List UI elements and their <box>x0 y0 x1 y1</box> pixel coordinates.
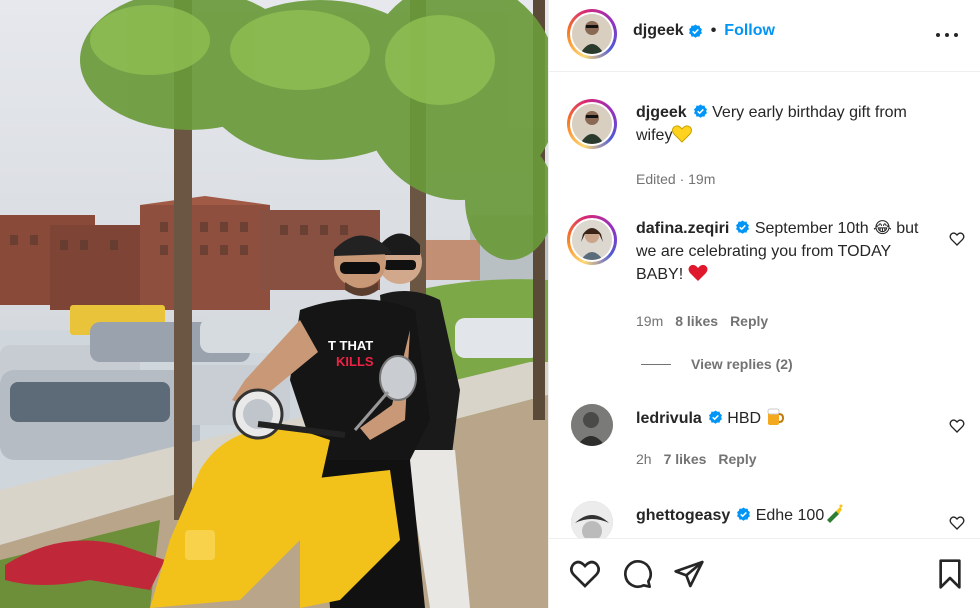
beer-mug-icon <box>767 408 784 425</box>
yellow-heart-icon <box>672 125 693 143</box>
like-comment-heart-icon[interactable] <box>949 515 965 531</box>
commenter-avatar[interactable] <box>571 404 613 446</box>
post-header: djgeek • Follow <box>549 0 980 72</box>
verified-badge-icon <box>737 507 751 521</box>
comment-text-block: dafina.zeqiri September 10th 😂 but we ar… <box>636 217 936 286</box>
verified-badge-icon <box>708 410 722 424</box>
action-bar <box>549 538 980 608</box>
svg-text:KILLS: KILLS <box>336 354 374 369</box>
edited-label: Edited · 19m <box>636 171 716 187</box>
more-options-icon[interactable] <box>935 26 959 46</box>
comment-username[interactable]: dafina.zeqiri <box>636 220 729 237</box>
comment-text: Edhe 100 <box>755 507 825 524</box>
photo-scene: T THAT KILLS <box>0 0 548 608</box>
avatar-image <box>572 104 612 144</box>
verified-badge-icon <box>736 220 750 234</box>
caption-username[interactable]: djgeek <box>636 104 687 121</box>
comment-time: 19m <box>636 313 664 329</box>
save-bookmark-icon[interactable] <box>934 558 966 590</box>
comment-text-block: ghettogeasy Edhe 100 <box>636 503 936 527</box>
share-send-icon[interactable] <box>673 558 705 590</box>
like-comment-heart-icon[interactable] <box>949 231 965 247</box>
post-side-panel: djgeek • Follow djgeek Very early birthd… <box>548 0 980 608</box>
avatar-image <box>571 501 613 538</box>
like-heart-icon[interactable] <box>569 558 601 590</box>
author-line: djgeek • Follow <box>633 22 775 40</box>
commenter-avatar[interactable] <box>567 215 617 265</box>
reply-button[interactable]: Reply <box>718 451 756 467</box>
view-replies-label: View replies (2) <box>691 356 793 372</box>
divider <box>641 363 671 365</box>
verified-badge-icon <box>693 104 707 118</box>
follow-button[interactable]: Follow <box>724 22 775 40</box>
comments-list[interactable]: djgeek Very early birthday gift from wif… <box>549 73 980 538</box>
comment-likes[interactable]: 8 likes <box>675 313 718 329</box>
comment-icon[interactable] <box>621 558 653 590</box>
comment-meta: 2h 7 likes Reply <box>636 451 757 467</box>
comment-text-block: ledrivula HBD <box>636 406 936 430</box>
avatar-image <box>571 404 613 446</box>
comment-text: HBD <box>727 410 762 427</box>
reply-button[interactable]: Reply <box>730 313 768 329</box>
author-username[interactable]: djgeek <box>633 22 684 40</box>
champagne-bottle-icon <box>827 504 843 523</box>
verified-badge-icon <box>688 23 702 38</box>
caption: djgeek Very early birthday gift from wif… <box>567 99 967 199</box>
post-photo[interactable]: T THAT KILLS <box>0 0 548 608</box>
red-heart-icon <box>688 264 708 281</box>
comment-username[interactable]: ledrivula <box>636 410 702 427</box>
caption-avatar[interactable] <box>567 99 617 149</box>
comment-time: 2h <box>636 451 652 467</box>
caption-meta: Edited · 19m <box>636 171 715 187</box>
avatar-image <box>572 14 612 54</box>
comment-item: ledrivula HBD 2h 7 likes Reply <box>567 404 967 484</box>
caption-text-block: djgeek Very early birthday gift from wif… <box>636 101 936 147</box>
comment-item: ghettogeasy Edhe 100 <box>567 501 967 538</box>
svg-text:T THAT: T THAT <box>328 338 373 353</box>
comment-meta: 19m 8 likes Reply <box>636 313 768 329</box>
author-avatar[interactable] <box>567 9 617 59</box>
like-comment-heart-icon[interactable] <box>949 418 965 434</box>
view-replies-button[interactable]: View replies (2) <box>641 356 793 372</box>
comment-item: dafina.zeqiri September 10th 😂 but we ar… <box>567 215 967 365</box>
comment-likes[interactable]: 7 likes <box>664 451 707 467</box>
separator-dot: • <box>710 22 717 39</box>
comment-username[interactable]: ghettogeasy <box>636 507 730 524</box>
avatar-image <box>572 220 612 260</box>
commenter-avatar[interactable] <box>571 501 613 538</box>
